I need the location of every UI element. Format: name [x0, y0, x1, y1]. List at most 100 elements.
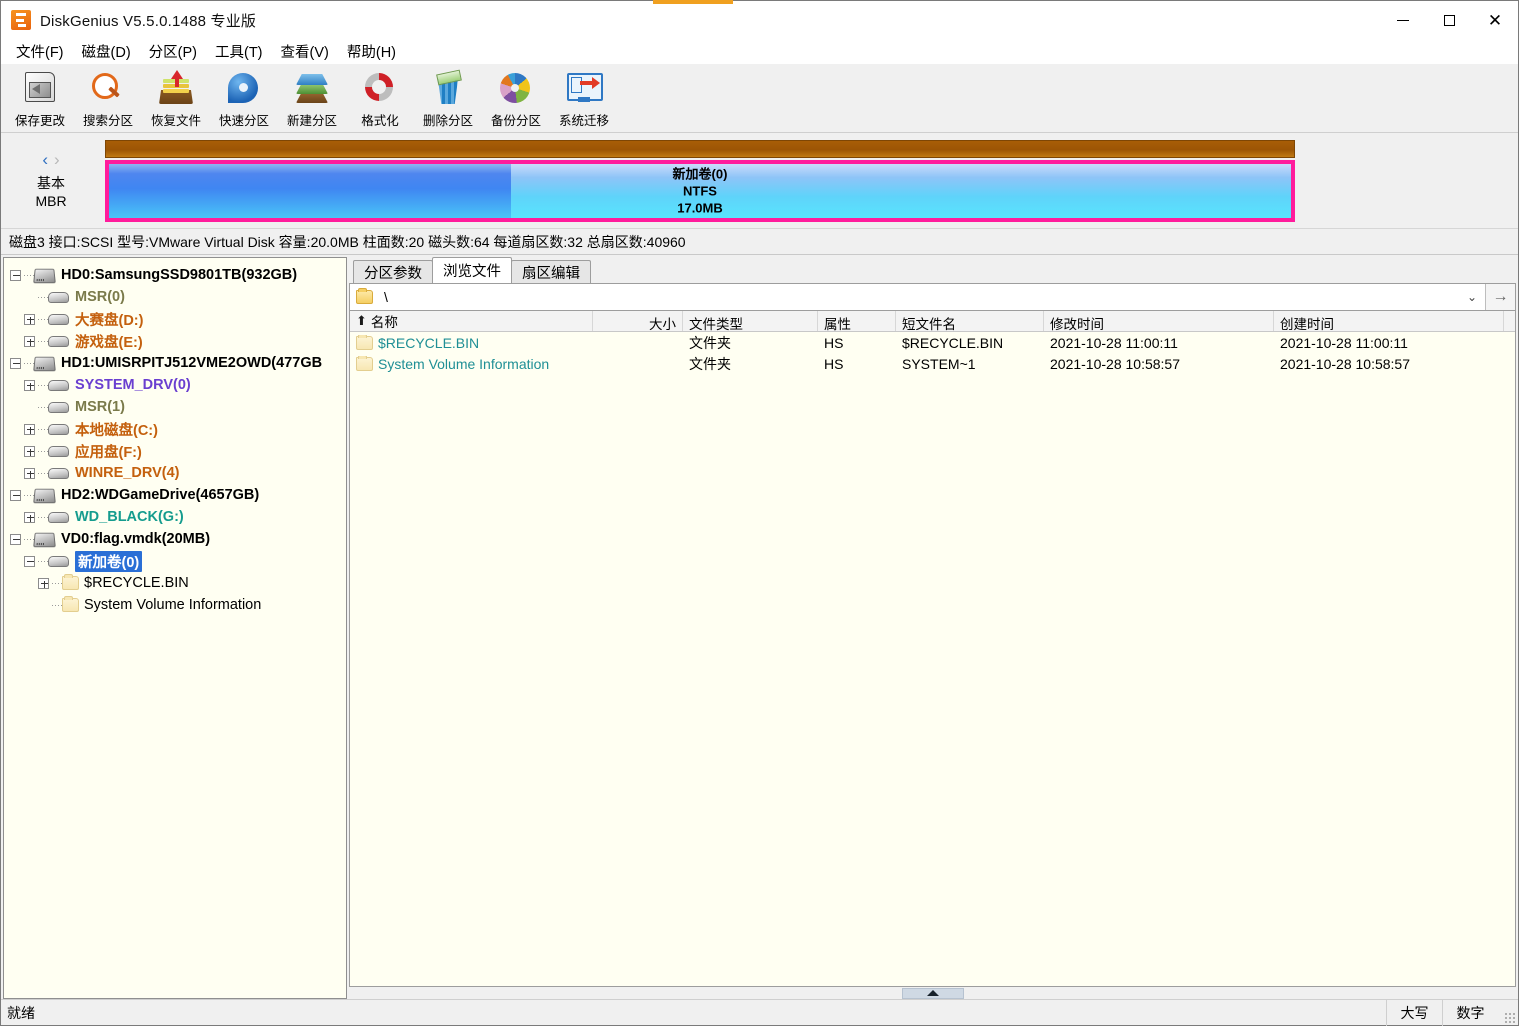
menu-file[interactable]: 文件(F) — [7, 39, 73, 64]
tree-node[interactable]: 本地磁盘(C:) — [10, 418, 346, 440]
partition-block-new-volume[interactable]: 新加卷(0) NTFS 17.0MB — [105, 159, 1295, 222]
menu-bar: 文件(F) 磁盘(D) 分区(P) 工具(T) 查看(V) 帮助(H) — [1, 39, 1518, 63]
maximize-button[interactable] — [1426, 1, 1472, 39]
tree-connector — [38, 450, 48, 452]
tree-node[interactable]: HD0:SamsungSSD9801TB(932GB) — [10, 264, 346, 286]
chevron-down-icon[interactable]: ⌄ — [1459, 290, 1485, 304]
column-header-ctime[interactable]: 创建时间 — [1274, 311, 1504, 331]
tab-sector-edit[interactable]: 扇区编辑 — [511, 260, 591, 283]
search-partition-button[interactable]: 搜索分区 — [74, 66, 142, 132]
column-header-mtime[interactable]: 修改时间 — [1044, 311, 1274, 331]
tree-connector — [38, 472, 48, 474]
tree-node[interactable]: 应用盘(F:) — [10, 440, 346, 462]
device-tree-pane[interactable]: HD0:SamsungSSD9801TB(932GB) MSR(0) 大赛盘(D:)… — [3, 257, 347, 999]
partition-icon — [48, 335, 69, 347]
table-row[interactable]: $RECYCLE.BIN 文件夹 HS $RECYCLE.BIN 2021-10-28 … — [350, 332, 1515, 353]
expand-node-icon[interactable] — [24, 511, 35, 523]
tree-node[interactable]: VD0:flag.vmdk(20MB) — [10, 528, 346, 550]
tree-node[interactable]: MSR(0) — [10, 286, 346, 308]
address-bar[interactable]: \ ⌄ → — [349, 283, 1516, 311]
pane-splitter[interactable] — [349, 987, 1516, 999]
tree-node[interactable]: System Volume Information — [10, 594, 346, 616]
collapse-node-icon[interactable] — [24, 555, 35, 567]
new-partition-button[interactable]: 新建分区 — [278, 66, 346, 132]
expand-node-icon[interactable] — [24, 313, 35, 325]
tree-node[interactable]: MSR(1) — [10, 396, 346, 418]
minimize-button[interactable] — [1380, 1, 1426, 39]
menu-partition[interactable]: 分区(P) — [140, 39, 206, 64]
system-migration-button[interactable]: 系统迁移 — [550, 66, 618, 132]
partition-icon — [48, 291, 69, 303]
tree-node[interactable]: 新加卷(0) — [10, 550, 346, 572]
collapse-pane-icon[interactable] — [901, 987, 964, 999]
file-name-text: System Volume Information — [378, 355, 550, 372]
expand-node-icon[interactable] — [24, 423, 35, 435]
tree-node-label: HD2:WDGameDrive(4657GB) — [61, 487, 260, 503]
prev-disk-icon[interactable]: ‹ — [42, 151, 48, 168]
tree-connector — [24, 274, 34, 276]
menu-tools[interactable]: 工具(T) — [206, 39, 272, 64]
recover-files-button[interactable]: 恢复文件 — [142, 66, 210, 132]
tree-node[interactable]: $RECYCLE.BIN — [10, 572, 346, 594]
column-header-name[interactable]: ⬆ 名称 — [350, 311, 593, 331]
format-button[interactable]: 格式化 — [346, 66, 414, 132]
disk-style-basic: 基本 — [37, 175, 65, 191]
tree-node-label: SYSTEM_DRV(0) — [75, 377, 191, 393]
tree-node[interactable]: WD_BLACK(G:) — [10, 506, 346, 528]
folder-icon — [62, 596, 79, 612]
tab-partition-params[interactable]: 分区参数 — [353, 260, 433, 283]
expand-node-icon[interactable] — [38, 577, 49, 589]
delete-partition-icon — [428, 70, 468, 108]
backup-partition-icon — [496, 70, 536, 108]
backup-partition-button[interactable]: 备份分区 — [482, 66, 550, 132]
recover-files-icon — [156, 70, 196, 108]
menu-view[interactable]: 查看(V) — [272, 39, 338, 64]
format-icon — [360, 70, 400, 108]
next-disk-icon[interactable]: › — [54, 151, 60, 168]
menu-help[interactable]: 帮助(H) — [338, 39, 405, 64]
tree-node[interactable]: HD1:UMISRPITJ512VME2OWD(477GB — [10, 352, 346, 374]
file-name-cell: System Volume Information — [350, 355, 593, 372]
tree-node[interactable]: 游戏盘(E:) — [10, 330, 346, 352]
tree-node[interactable]: 大赛盘(D:) — [10, 308, 346, 330]
file-list: ⬆ 名称 大小 文件类型 属性 短文件名 修改时间 创建时间 $RECYCLE.B… — [349, 311, 1516, 987]
table-row[interactable]: System Volume Information 文件夹 HS SYSTEM~1 20… — [350, 353, 1515, 374]
column-header-type[interactable]: 文件类型 — [683, 311, 818, 331]
address-input[interactable]: \ — [350, 288, 1459, 305]
column-header-shortname[interactable]: 短文件名 — [896, 311, 1044, 331]
close-button[interactable]: ✕ — [1472, 1, 1518, 39]
expand-node-icon[interactable] — [24, 445, 35, 457]
folder-icon — [356, 288, 373, 304]
file-type-cell: 文件夹 — [689, 355, 731, 372]
collapse-node-icon[interactable] — [10, 357, 21, 369]
quick-partition-button[interactable]: 快速分区 — [210, 66, 278, 132]
recover-files-label: 恢复文件 — [150, 114, 201, 128]
tree-node[interactable]: WINRE_DRV(4) — [10, 462, 346, 484]
tree-connector — [38, 428, 48, 430]
backup-partition-label: 备份分区 — [490, 114, 541, 128]
title-bar: DiskGenius V5.5.0.1488 专业版 ✕ — [1, 0, 1518, 39]
collapse-node-icon[interactable] — [10, 269, 21, 281]
expand-node-icon[interactable] — [24, 379, 35, 391]
save-changes-button[interactable]: 保存更改 — [6, 66, 74, 132]
go-arrow-icon[interactable]: → — [1485, 284, 1515, 310]
quick-partition-icon — [224, 70, 264, 108]
expand-node-icon[interactable] — [24, 335, 35, 347]
tab-browse-files[interactable]: 浏览文件 — [432, 257, 512, 283]
resize-grip-icon[interactable] — [1498, 1000, 1518, 1026]
file-shortname-cell: SYSTEM~1 — [902, 355, 976, 372]
tree-connector — [38, 406, 48, 408]
collapse-node-icon[interactable] — [10, 533, 21, 545]
partition-name: 新加卷(0) — [672, 166, 728, 181]
delete-partition-button[interactable]: 删除分区 — [414, 66, 482, 132]
menu-disk[interactable]: 磁盘(D) — [73, 39, 140, 64]
expand-node-icon[interactable] — [24, 467, 35, 479]
column-header-size[interactable]: 大小 — [593, 311, 683, 331]
column-header-attr[interactable]: 属性 — [818, 311, 896, 331]
folder-icon — [62, 574, 79, 590]
collapse-node-icon[interactable] — [10, 489, 21, 501]
tree-node-label: 游戏盘(E:) — [75, 334, 143, 351]
tree-node[interactable]: SYSTEM_DRV(0) — [10, 374, 346, 396]
tree-node[interactable]: HD2:WDGameDrive(4657GB) — [10, 484, 346, 506]
right-pane: 分区参数 浏览文件 扇区编辑 \ ⌄ → ⬆ 名称 大小 文件类型 属性 短文件… — [349, 257, 1516, 999]
